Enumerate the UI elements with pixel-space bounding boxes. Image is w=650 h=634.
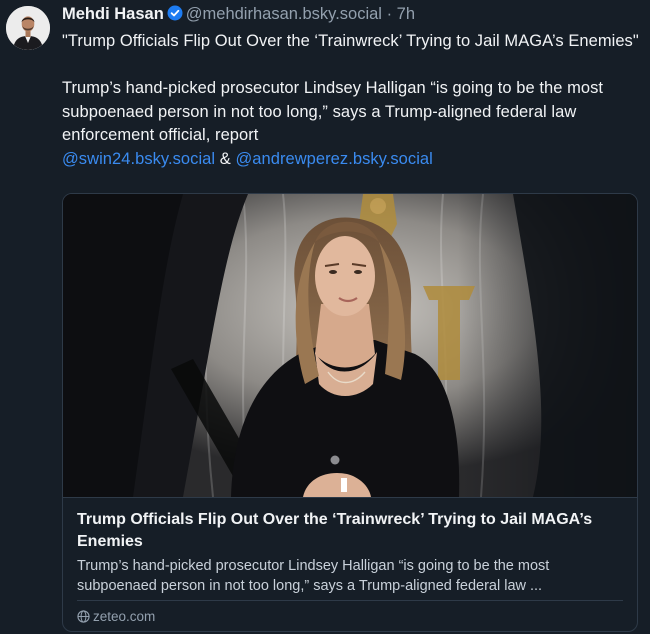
- author-display-name[interactable]: Mehdi Hasan: [62, 5, 164, 23]
- verified-badge-icon: [167, 5, 183, 26]
- globe-icon: [77, 610, 90, 627]
- link-card-divider: [77, 600, 623, 601]
- link-card-description: Trump’s hand-picked prosecutor Lindsey H…: [77, 558, 550, 594]
- mention-link-swin24[interactable]: @swin24.bsky.social: [62, 150, 215, 168]
- post-mentions: @swin24.bsky.social & @andrewperez.bsky.…: [62, 148, 642, 172]
- post-quote-line: "Trump Officials Flip Out Over the ‘Trai…: [62, 32, 639, 50]
- post-text: "Trump Officials Flip Out Over the ‘Trai…: [62, 30, 642, 171]
- avatar[interactable]: [6, 6, 50, 50]
- avatar-photo: [6, 6, 50, 50]
- author-handle[interactable]: @mehdirhasan.bsky.social: [186, 5, 382, 23]
- post-timestamp[interactable]: 7h: [397, 5, 415, 23]
- link-card-body: Trump Officials Flip Out Over the ‘Train…: [63, 497, 637, 631]
- mention-link-andrewperez[interactable]: @andrewperez.bsky.social: [235, 150, 432, 168]
- link-card-image[interactable]: [63, 194, 637, 497]
- link-card-domain: zeteo.com: [93, 609, 156, 624]
- link-card-title[interactable]: Trump Officials Flip Out Over the ‘Train…: [77, 509, 625, 552]
- link-card-domain-row: zeteo.com: [77, 609, 155, 627]
- mention-conjunction: &: [219, 149, 231, 168]
- post[interactable]: Mehdi Hasan @mehdirhasan.bsky.social · 7h…: [0, 0, 650, 634]
- header-separator: ·: [386, 5, 393, 23]
- link-card[interactable]: Trump Officials Flip Out Over the ‘Train…: [62, 193, 638, 632]
- post-body-line: Trump’s hand-picked prosecutor Lindsey H…: [62, 79, 604, 144]
- post-header: Mehdi Hasan @mehdirhasan.bsky.social · 7h: [62, 4, 640, 24]
